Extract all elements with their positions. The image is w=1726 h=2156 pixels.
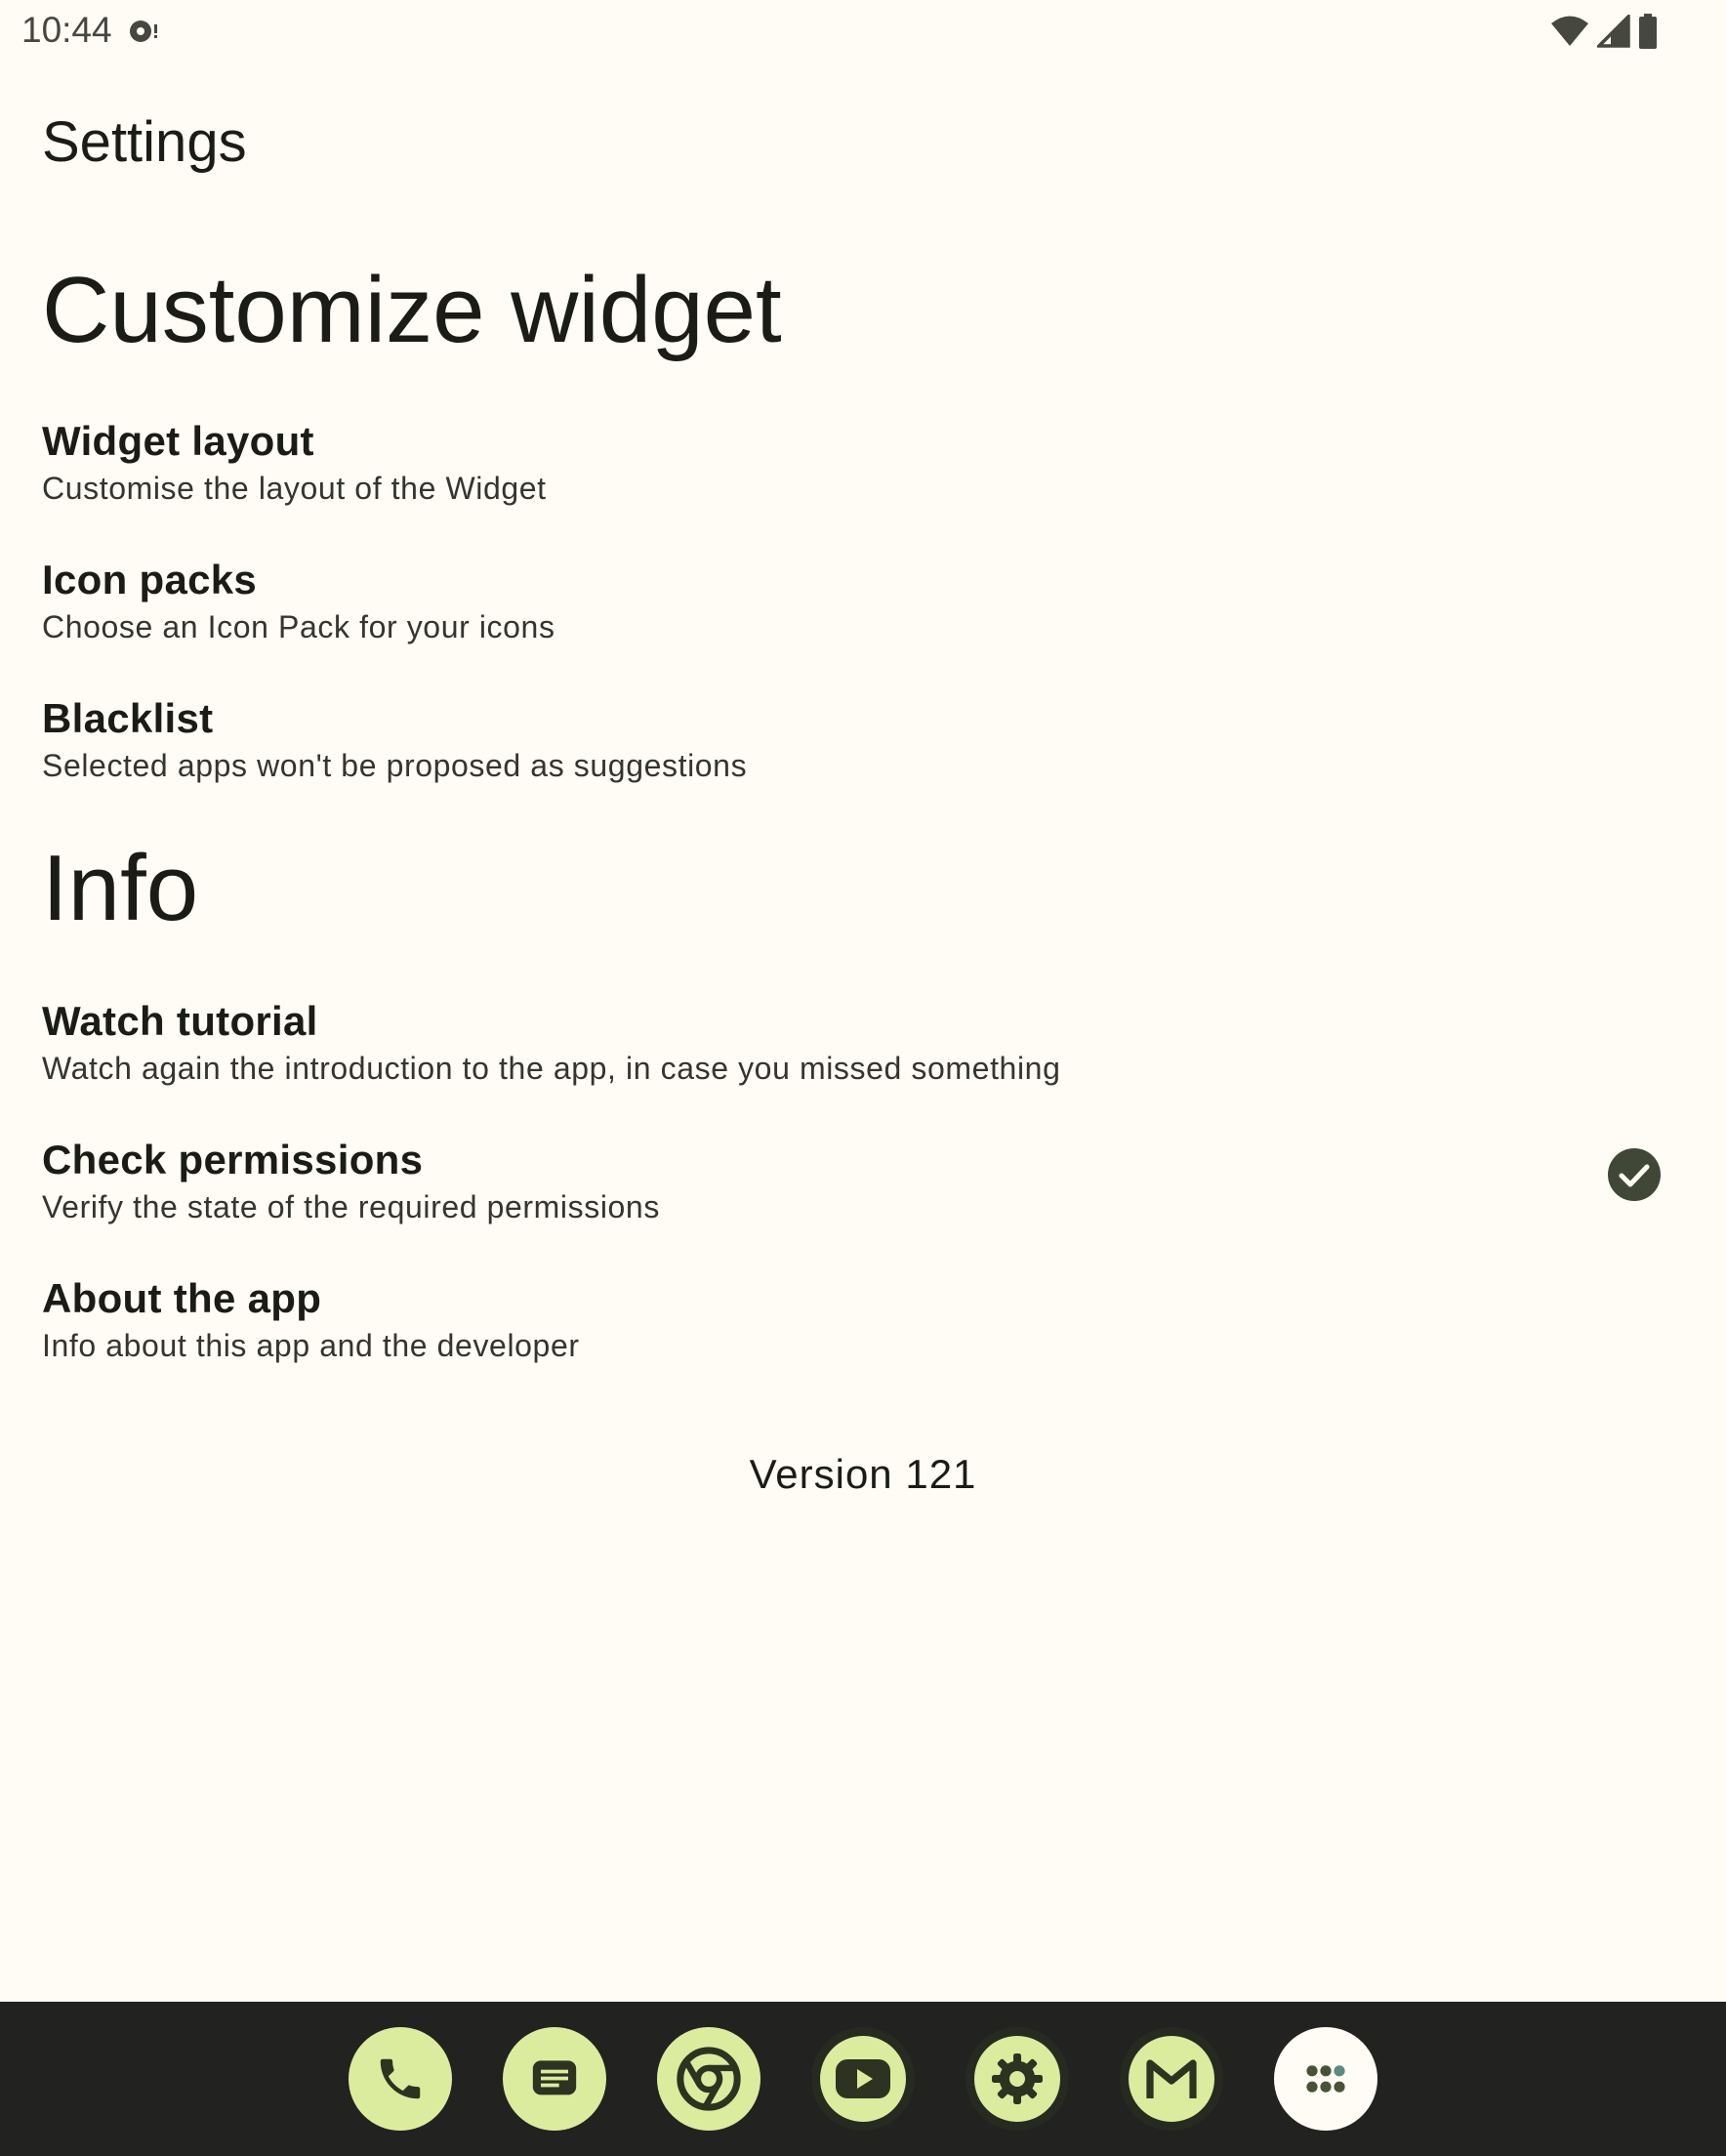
- pref-title: Icon packs: [42, 557, 258, 602]
- chrome-glyph: [677, 2047, 741, 2111]
- phone-icon[interactable]: [349, 2027, 452, 2131]
- check-circle-icon: [1608, 1148, 1661, 1201]
- messages-icon[interactable]: [503, 2027, 606, 2131]
- pref-widget-layout[interactable]: Widget layout Customise the layout of th…: [0, 410, 1726, 547]
- pref-title: Widget layout: [42, 418, 314, 464]
- notification-dot-icon: [130, 21, 157, 42]
- chrome-icon[interactable]: [657, 2027, 760, 2131]
- pref-summary: Watch again the introduction to the app,…: [42, 1051, 1061, 1086]
- status-bar: 10:44: [0, 0, 1726, 64]
- status-icons: [1550, 14, 1658, 49]
- pref-title: Blacklist: [42, 695, 214, 741]
- pref-summary: Customise the layout of the Widget: [42, 471, 547, 506]
- status-time: 10:44: [21, 10, 112, 50]
- pref-summary: Verify the state of the required permiss…: [42, 1189, 660, 1224]
- pref-icon-packs[interactable]: Icon packs Choose an Icon Pack for your …: [0, 549, 1726, 685]
- section-header-info: Info: [42, 836, 199, 940]
- pref-summary: Info about this app and the developer: [42, 1328, 580, 1363]
- settings-glyph: [974, 2036, 1060, 2122]
- youtube-icon[interactable]: [811, 2027, 915, 2131]
- pref-about-app[interactable]: About the app Info about this app and th…: [0, 1267, 1726, 1404]
- battery-icon: [1639, 14, 1657, 49]
- pref-blacklist[interactable]: Blacklist Selected apps won't be propose…: [0, 687, 1726, 824]
- settings-gear-icon[interactable]: [966, 2027, 1069, 2131]
- pref-title: Check permissions: [42, 1137, 424, 1182]
- gmail-glyph: [1129, 2036, 1214, 2122]
- version-label: Version 121: [749, 1451, 977, 1497]
- section-header-customize-widget: Customize widget: [42, 258, 782, 362]
- pref-watch-tutorial[interactable]: Watch tutorial Watch again the introduct…: [0, 990, 1726, 1127]
- messages-glyph: [532, 2060, 577, 2095]
- pref-title: About the app: [42, 1275, 322, 1321]
- cellular-signal-icon: [1597, 15, 1630, 48]
- pref-title: Watch tutorial: [42, 998, 318, 1044]
- app-drawer-icon[interactable]: [1274, 2027, 1377, 2131]
- dock: [0, 2002, 1726, 2156]
- page-title: Settings: [42, 110, 247, 174]
- gmail-icon[interactable]: [1120, 2027, 1223, 2131]
- wifi-icon: [1551, 16, 1588, 46]
- pref-summary: Selected apps won't be proposed as sugge…: [42, 748, 748, 783]
- phone-glyph: [380, 2058, 421, 2099]
- app-drawer-glyph: [1306, 2065, 1345, 2093]
- settings-screen: 10:44 Settings Customize widget Widget l…: [0, 0, 1726, 2156]
- youtube-glyph: [820, 2036, 906, 2122]
- pref-check-permissions[interactable]: Check permissions Verify the state of th…: [0, 1129, 1726, 1265]
- pref-summary: Choose an Icon Pack for your icons: [42, 609, 555, 644]
